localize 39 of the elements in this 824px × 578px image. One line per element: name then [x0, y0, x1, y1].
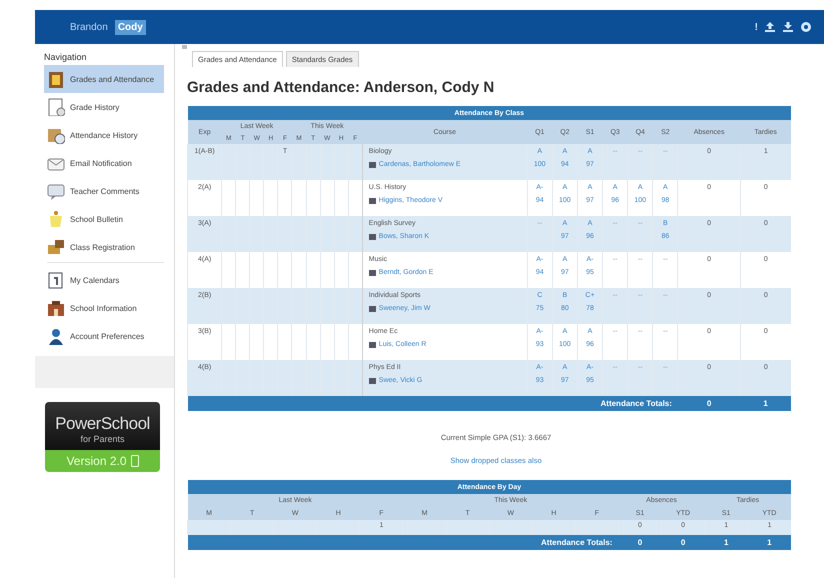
- speech-bubble-icon: [47, 182, 65, 200]
- table-cell: 0: [662, 535, 705, 550]
- table-cell: 1: [740, 396, 791, 411]
- nav-item[interactable]: Grade History: [44, 93, 164, 121]
- totals-label: Attendance Totals:: [188, 396, 678, 411]
- bulletin-icon: [47, 210, 65, 228]
- settings-icon[interactable]: [800, 21, 812, 33]
- building-icon: [47, 299, 65, 317]
- boxes-icon: [47, 238, 65, 256]
- person-icon: [47, 327, 65, 345]
- clock-icon: [47, 126, 65, 144]
- logo-version: Version 2.0: [66, 454, 127, 468]
- nav-item[interactable]: Email Notification: [44, 149, 164, 177]
- nav-item[interactable]: Attendance History: [44, 121, 164, 149]
- student-tab[interactable]: Brandon: [67, 20, 111, 34]
- page-title: Grades and Attendance: Anderson, Cody N: [187, 79, 496, 96]
- logo-name: PowerSchool: [54, 414, 151, 434]
- table-cell: 0: [678, 396, 740, 411]
- nav-item[interactable]: Class Registration: [44, 233, 164, 261]
- folder-icon: [47, 70, 65, 88]
- table-cell: 1: [748, 535, 791, 550]
- nav-item[interactable]: School Bulletin: [44, 205, 164, 233]
- nav-item[interactable]: School Information: [44, 294, 164, 322]
- table-cell: 1: [704, 535, 748, 550]
- nav-item[interactable]: My Calendars: [44, 266, 164, 294]
- nav-title: Navigation: [43, 52, 88, 64]
- alert-icon[interactable]: !: [754, 22, 758, 32]
- table-cell: 0: [618, 535, 662, 550]
- download-icon[interactable]: [782, 21, 794, 33]
- totals-label: Attendance Totals:: [188, 535, 618, 550]
- student-tab[interactable]: Cody: [114, 20, 146, 34]
- calendar-icon: [47, 271, 65, 289]
- nav-item[interactable]: Grades and Attendance: [44, 65, 164, 93]
- logo-subtitle: for Parents: [79, 434, 126, 444]
- nav-item[interactable]: Account Preferences: [44, 322, 164, 350]
- document-icon: [47, 98, 65, 116]
- nav-item[interactable]: Teacher Comments: [44, 177, 164, 205]
- upload-icon[interactable]: [764, 21, 776, 33]
- phone-icon: [130, 455, 139, 467]
